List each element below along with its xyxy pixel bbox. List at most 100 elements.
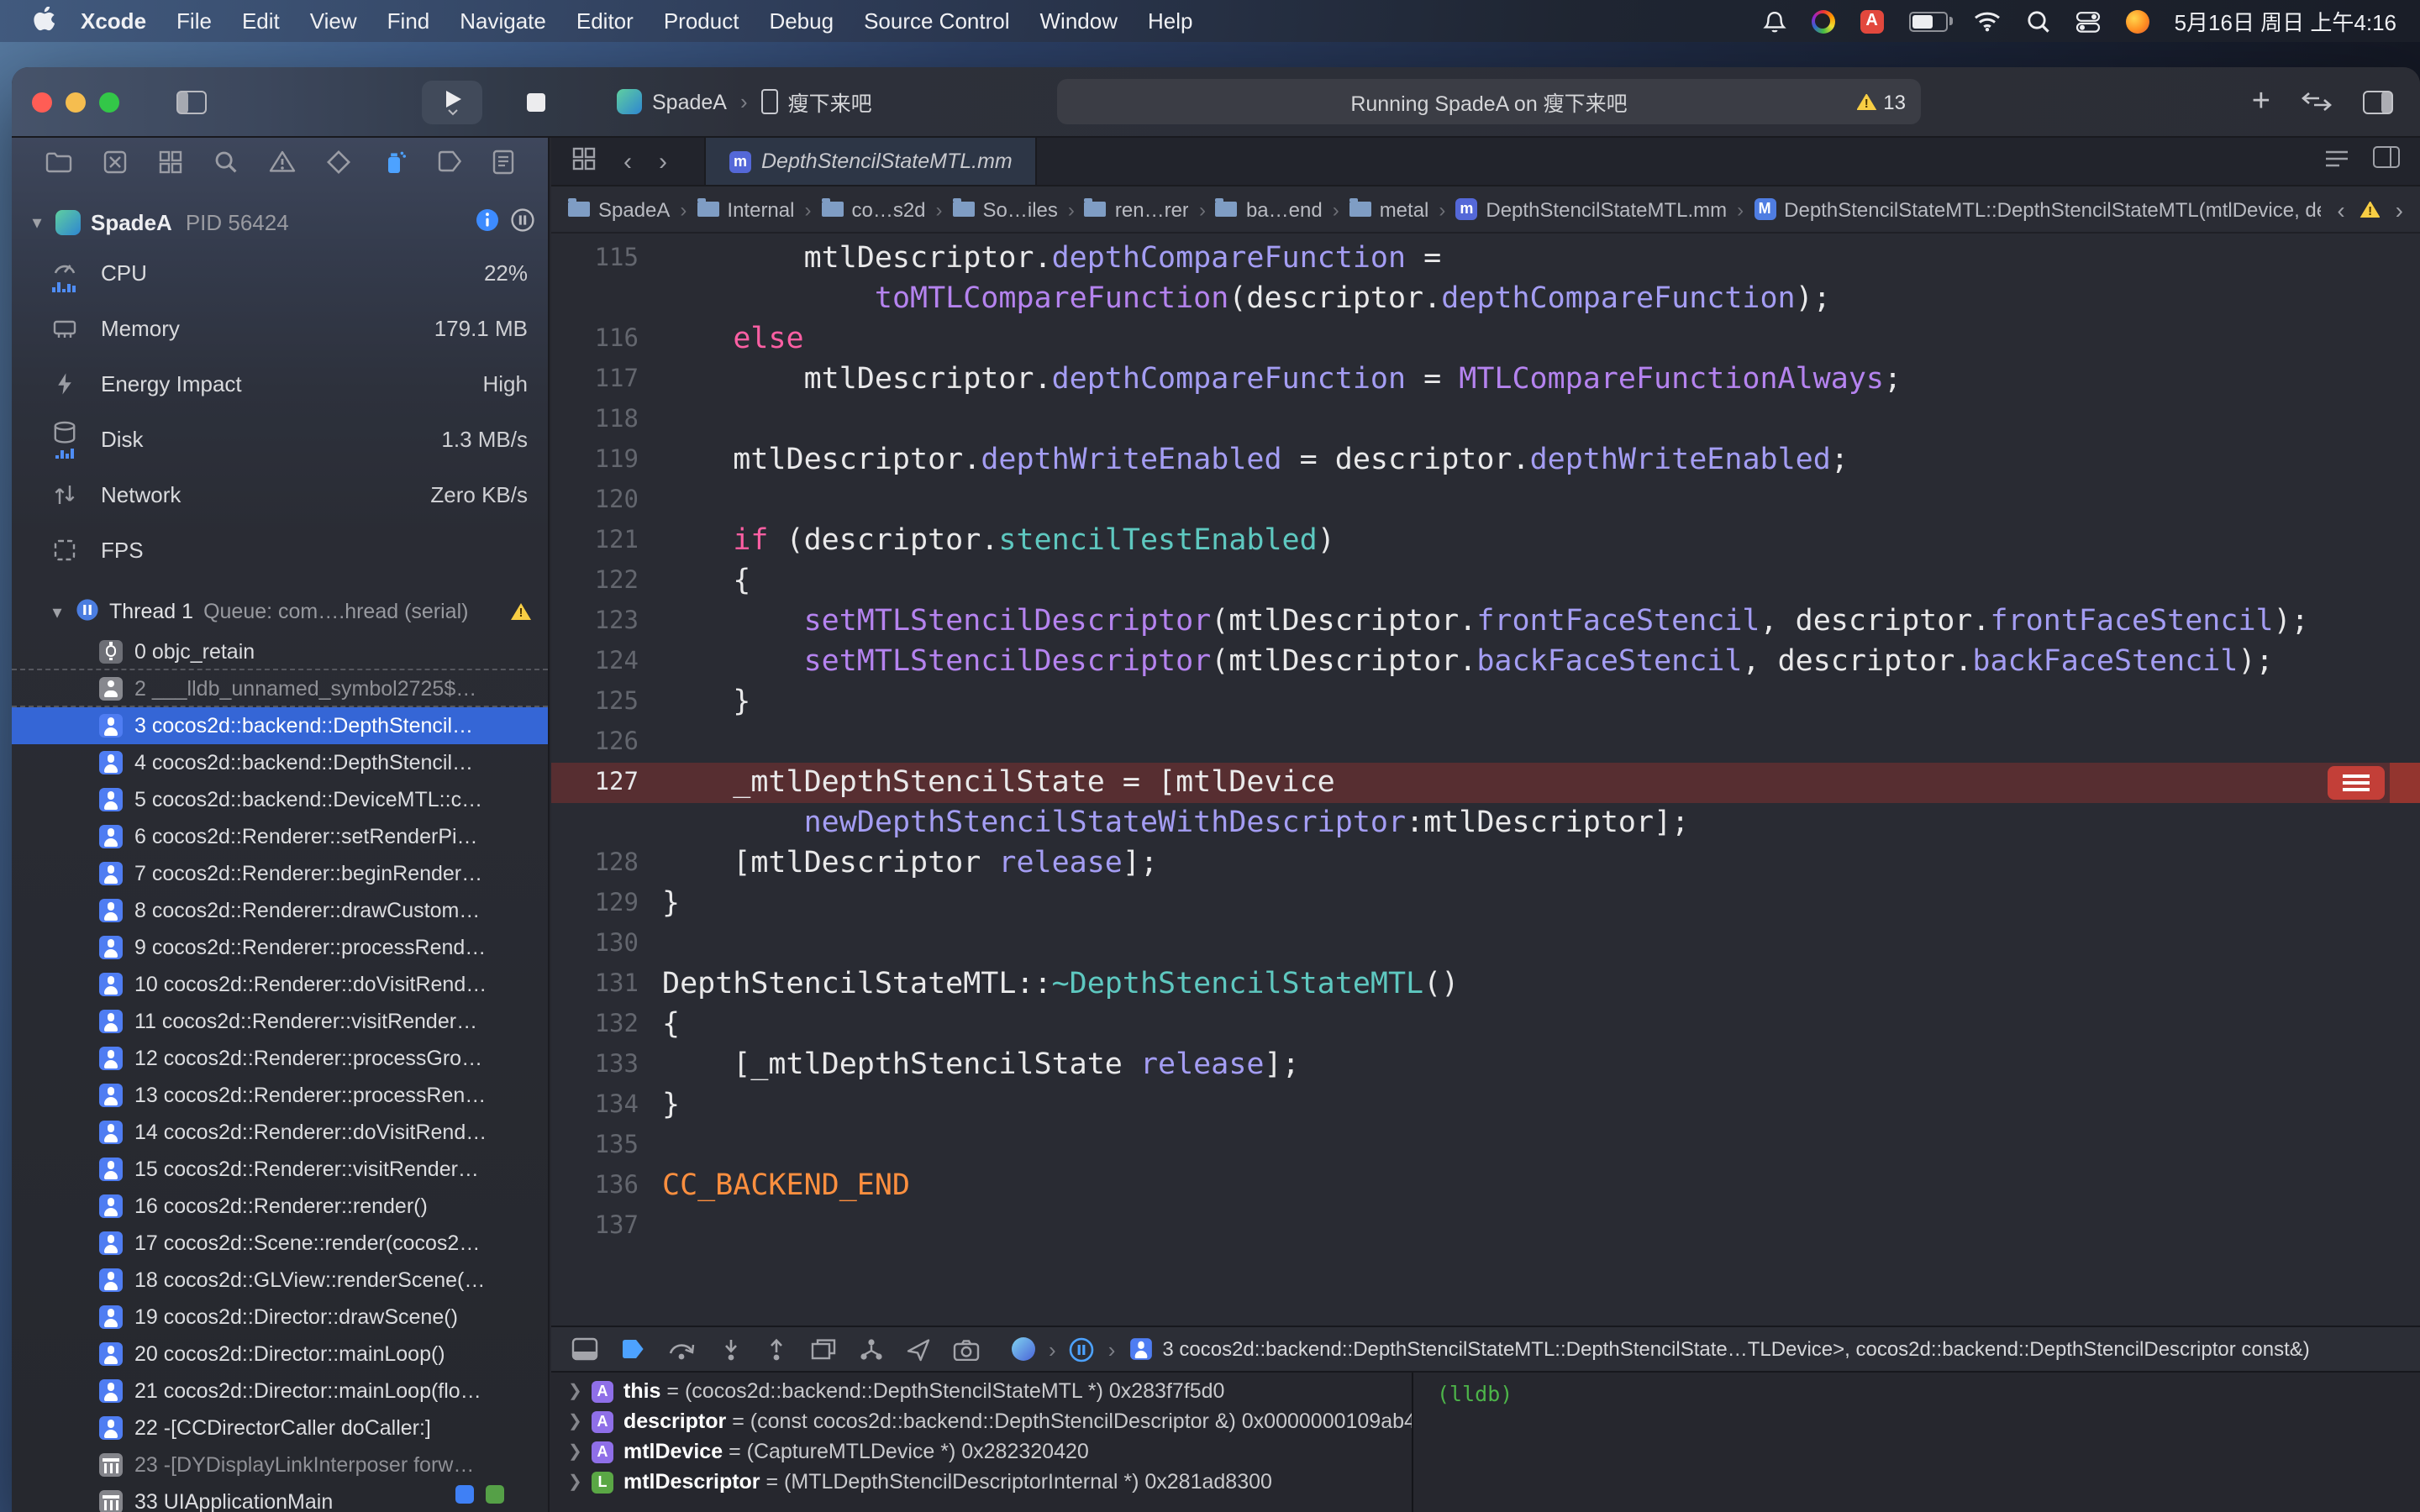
stack-frame-row[interactable]: 19 cocos2d::Director::drawScene() (12, 1299, 548, 1336)
stack-frame-row[interactable]: 23 -[DYDisplayLinkInterposer forw… (12, 1446, 548, 1483)
add-editor-icon[interactable] (2373, 146, 2400, 176)
navigator-tab-debug-icon[interactable] (381, 149, 407, 174)
breadcrumb-item-1[interactable]: Internal (697, 197, 794, 221)
gauge-network[interactable]: NetworkZero KB/s (12, 467, 548, 522)
disclosure-chevron-icon[interactable]: ❯ (568, 1473, 581, 1491)
stack-frame-row[interactable]: 8 cocos2d::Renderer::drawCustom… (12, 892, 548, 929)
navigator-tab-breakpoints-icon[interactable] (437, 150, 462, 173)
variable-row[interactable]: ❯Adescriptor = (const cocos2d::backend::… (551, 1406, 1412, 1436)
stack-frame-row[interactable]: 17 cocos2d::Scene::render(cocos2… (12, 1225, 548, 1262)
adjust-editor-icon[interactable] (2324, 146, 2349, 176)
back-button[interactable]: ‹ (610, 147, 645, 176)
navigator-tab-symbols-icon[interactable] (158, 149, 183, 174)
control-center-icon[interactable] (2075, 9, 2101, 33)
app-a-icon[interactable]: A (1860, 9, 1884, 33)
memory-graph-button[interactable] (859, 1336, 884, 1362)
menu-item-source-control[interactable]: Source Control (849, 8, 1024, 34)
battery-icon[interactable] (1909, 11, 1948, 31)
menu-item-find[interactable]: Find (372, 8, 445, 34)
stack-frame-row[interactable]: 10 cocos2d::Renderer::doVisitRend… (12, 966, 548, 1003)
menu-item-edit[interactable]: Edit (227, 8, 295, 34)
creative-cloud-icon[interactable] (1812, 9, 1835, 33)
stack-frame-row[interactable]: 11 cocos2d::Renderer::visitRender… (12, 1003, 548, 1040)
stack-frame-row[interactable]: 4 cocos2d::backend::DepthStencil… (12, 744, 548, 781)
stack-frame-row[interactable]: 15 cocos2d::Renderer::visitRender… (12, 1151, 548, 1188)
console-view[interactable]: (lldb) (1413, 1373, 2420, 1512)
stack-frame-row[interactable]: 12 cocos2d::Renderer::processGro… (12, 1040, 548, 1077)
info-icon[interactable] (476, 207, 499, 236)
disclosure-chevron-icon[interactable]: ❯ (568, 1442, 581, 1461)
firefox-icon[interactable] (2126, 9, 2149, 33)
process-header[interactable]: ▾ SpadeA PID 56424 (12, 205, 548, 239)
stack-frame-row[interactable]: 9 cocos2d::Renderer::processRend… (12, 929, 548, 966)
stack-frame-row[interactable]: 7 cocos2d::Renderer::beginRender… (12, 855, 548, 892)
scheme-name[interactable]: SpadeA (652, 90, 727, 113)
stack-frame-row[interactable]: 22 -[CCDirectorCaller doCaller:] (12, 1410, 548, 1446)
view-hierarchy-button[interactable] (810, 1337, 837, 1361)
menu-item-debug[interactable]: Debug (754, 8, 849, 34)
breadcrumb-item-8[interactable]: MDepthStencilStateMTL::DepthStencilState… (1754, 197, 2320, 221)
breadcrumb-item-6[interactable]: metal (1349, 197, 1429, 221)
step-out-button[interactable] (765, 1336, 788, 1362)
stack-frame-row[interactable]: 21 cocos2d::Director::mainLoop(flo… (12, 1373, 548, 1410)
breadcrumb-item-4[interactable]: ren…rer (1085, 197, 1189, 221)
menu-item-navigate[interactable]: Navigate (445, 8, 561, 34)
navigator-tab-reports-icon[interactable] (492, 149, 514, 174)
source-editor[interactable]: 115 mtlDescriptor.depthCompareFunction =… (551, 234, 2420, 1326)
gauge-energy-impact[interactable]: Energy ImpactHigh (12, 356, 548, 412)
thread-indicator-badge[interactable] (2328, 766, 2385, 800)
code-review-button[interactable] (2301, 91, 2333, 113)
apple-menu[interactable] (24, 6, 66, 36)
disclosure-chevron-icon[interactable]: ▾ (49, 601, 66, 622)
thread-header[interactable]: ▾ Thread 1 Queue: com….hread (serial) (12, 593, 548, 630)
navigator-tab-tests-icon[interactable] (326, 149, 351, 174)
variable-row[interactable]: ❯Athis = (cocos2d::backend::DepthStencil… (551, 1376, 1412, 1406)
scheme-selector[interactable]: SpadeA › 瘦下来吧 (617, 86, 872, 118)
hide-debug-area-button[interactable] (571, 1337, 598, 1361)
minimize-window-button[interactable] (66, 92, 86, 112)
menu-item-product[interactable]: Product (649, 8, 755, 34)
menu-item-editor[interactable]: Editor (561, 8, 649, 34)
stack-frame-row[interactable]: 6 cocos2d::Renderer::setRenderPi… (12, 818, 548, 855)
navigator-tab-issues-icon[interactable] (269, 150, 296, 173)
menu-item-xcode[interactable]: Xcode (66, 8, 161, 34)
notifications-icon[interactable] (1763, 9, 1786, 33)
run-button[interactable] (422, 80, 482, 123)
stack-frame-row[interactable]: 16 cocos2d::Renderer::render() (12, 1188, 548, 1225)
stack-frame-row[interactable]: 20 cocos2d::Director::mainLoop() (12, 1336, 548, 1373)
zoom-window-button[interactable] (99, 92, 119, 112)
menubar-clock[interactable]: 5月16日 周日 上午4:16 (2175, 5, 2396, 37)
navigator-tab-find-icon[interactable] (213, 149, 239, 174)
gauge-disk[interactable]: Disk1.3 MB/s (12, 412, 548, 467)
run-destination[interactable]: 瘦下来吧 (788, 86, 872, 118)
inspector-toggle-button[interactable] (2363, 90, 2393, 113)
menu-item-help[interactable]: Help (1133, 8, 1208, 34)
menu-item-view[interactable]: View (295, 8, 372, 34)
navigator-tab-project-icon[interactable] (45, 150, 72, 172)
breadcrumb-item-7[interactable]: mDepthStencilStateMTL.mm (1455, 197, 1727, 221)
editor-tab[interactable]: m DepthStencilStateMTL.mm (704, 138, 1038, 185)
activity-status-bar[interactable]: Running SpadeA on 瘦下来吧 13 (1057, 79, 1921, 124)
simulate-location-button[interactable] (906, 1336, 931, 1362)
gauge-cpu[interactable]: CPU22% (12, 245, 548, 301)
stack-frame-row[interactable]: 5 cocos2d::backend::DeviceMTL::c… (12, 781, 548, 818)
stack-frame-row[interactable]: 3 cocos2d::backend::DepthStencil… (12, 707, 548, 744)
stack-frame-row[interactable]: 14 cocos2d::Renderer::doVisitRend… (12, 1114, 548, 1151)
stack-frame-row[interactable]: 18 cocos2d::GLView::renderScene(… (12, 1262, 548, 1299)
variable-row[interactable]: ❯LmtlDescriptor = (MTLDepthStencilDescri… (551, 1467, 1412, 1497)
stack-frame-row[interactable]: 13 cocos2d::Renderer::processRen… (12, 1077, 548, 1114)
disclosure-chevron-icon[interactable]: ▾ (29, 211, 45, 233)
variables-view[interactable]: ❯Athis = (cocos2d::backend::DepthStencil… (551, 1373, 1412, 1512)
step-over-button[interactable] (667, 1337, 697, 1361)
spotlight-icon[interactable] (2027, 9, 2050, 33)
process-app-icon[interactable] (1012, 1337, 1035, 1361)
current-frame-label[interactable]: 3 cocos2d::backend::DepthStencilStateMTL… (1162, 1337, 2309, 1361)
pause-process-icon[interactable] (511, 207, 534, 236)
disclosure-chevron-icon[interactable]: ❯ (568, 1412, 581, 1431)
wifi-icon[interactable] (1973, 10, 2002, 32)
navigator-toggle-button[interactable] (176, 90, 207, 113)
paused-thread-icon[interactable] (1070, 1336, 1095, 1362)
step-into-button[interactable] (719, 1336, 743, 1362)
breadcrumb-item-3[interactable]: So…iles (953, 197, 1058, 221)
filter-threads-icon[interactable] (455, 1485, 474, 1504)
